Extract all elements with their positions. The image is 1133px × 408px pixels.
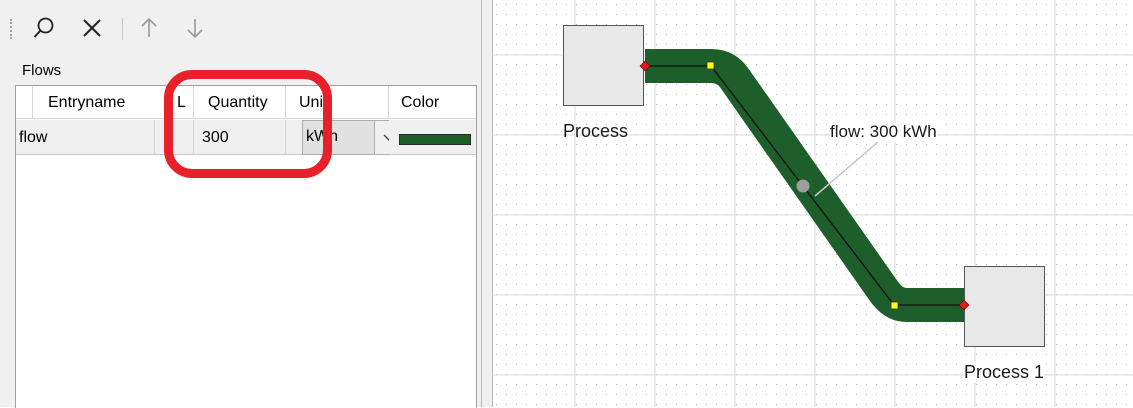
panel-splitter[interactable] <box>482 0 493 407</box>
flows-section-label: Flows <box>22 62 62 79</box>
highlight-annotation <box>164 70 332 178</box>
cell-entryname[interactable]: flow <box>16 120 155 155</box>
close-icon <box>83 19 101 37</box>
diagram-canvas[interactable]: Process Process 1 flow: 300 kWh <box>493 0 1133 407</box>
arrow-down-icon <box>187 19 203 39</box>
search-icon <box>33 17 54 38</box>
arrow-up-icon <box>141 17 157 37</box>
row-header-corner <box>16 86 33 119</box>
flow-label[interactable]: flow: 300 kWh <box>830 122 937 142</box>
search-button[interactable] <box>30 14 58 42</box>
move-up-button[interactable] <box>135 14 163 42</box>
process-label-target: Process 1 <box>964 362 1045 383</box>
column-header-color[interactable]: Color <box>389 86 476 119</box>
toolbar-separator <box>122 18 123 40</box>
color-swatch[interactable] <box>399 134 471 145</box>
flows-toolbar <box>0 8 481 48</box>
flows-panel: Flows Entryname L Quantity Unit Color fl… <box>0 0 482 408</box>
process-box-source[interactable] <box>563 25 644 106</box>
process-box-target[interactable] <box>964 266 1045 347</box>
flow-bend-handle-1[interactable] <box>706 61 715 70</box>
toolbar-grip[interactable] <box>10 19 15 39</box>
flow-midpoint-handle[interactable] <box>796 179 810 193</box>
column-header-entryname[interactable]: Entryname <box>33 86 172 119</box>
process-label-source: Process <box>563 121 629 141</box>
delete-button[interactable] <box>78 14 106 42</box>
move-down-button[interactable] <box>181 14 209 42</box>
flow-bend-handle-2[interactable] <box>890 301 899 310</box>
